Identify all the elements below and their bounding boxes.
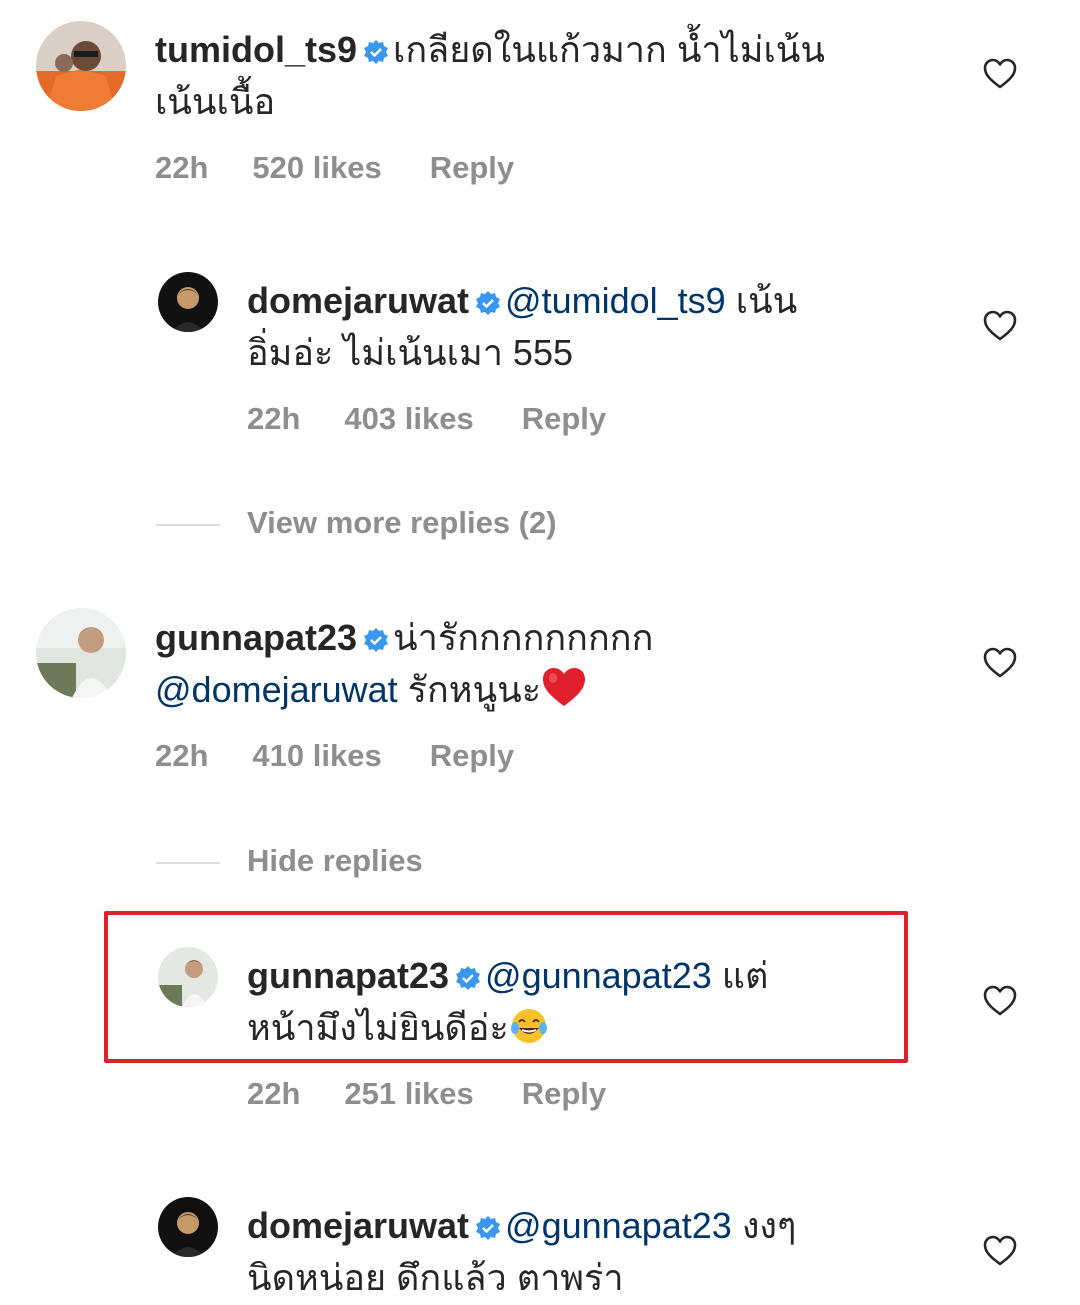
verified-badge-icon bbox=[475, 278, 501, 315]
comment-body: เกลียดในแก้วมาก น้ำไม่เน้น bbox=[393, 29, 825, 70]
heart-outline-icon[interactable] bbox=[983, 310, 1017, 342]
comment-body: เน้น bbox=[735, 280, 798, 321]
mention-link[interactable]: @tumidol_ts9 bbox=[505, 280, 726, 321]
tears-of-joy-emoji bbox=[509, 1006, 549, 1060]
avatar[interactable] bbox=[158, 947, 218, 1007]
verified-badge-icon bbox=[455, 953, 481, 990]
mention-link[interactable]: @gunnapat23 bbox=[485, 955, 712, 996]
username[interactable]: domejaruwat bbox=[247, 280, 469, 321]
avatar[interactable] bbox=[36, 21, 126, 111]
username[interactable]: gunnapat23 bbox=[247, 955, 449, 996]
avatar[interactable] bbox=[158, 1197, 218, 1257]
comment-meta: 22h 410 likes Reply bbox=[155, 738, 514, 774]
comment-meta: 22h 520 likes Reply bbox=[155, 150, 514, 186]
comment-meta: 22h 251 likes Reply bbox=[247, 1076, 606, 1112]
mention-link[interactable]: @domejaruwat bbox=[155, 669, 398, 710]
view-more-replies[interactable]: View more replies (2) bbox=[0, 505, 1080, 545]
comment-body: งงๆ bbox=[741, 1205, 797, 1246]
comment-body: น่ารักกกกกกกกก bbox=[393, 617, 654, 658]
comment-text: domejaruwat @gunnapat23 งงๆ นิดหน่อย ดึกแ… bbox=[247, 1200, 937, 1304]
reply-button[interactable]: Reply bbox=[522, 401, 606, 437]
username[interactable]: domejaruwat bbox=[247, 1205, 469, 1246]
verified-badge-icon bbox=[475, 1203, 501, 1240]
thread-divider bbox=[156, 524, 220, 526]
comment-body: แต่ bbox=[721, 955, 769, 996]
heart-outline-icon[interactable] bbox=[983, 985, 1017, 1017]
red-heart-emoji bbox=[541, 666, 587, 722]
verified-badge-icon bbox=[363, 615, 389, 652]
like-count[interactable]: 251 likes bbox=[344, 1076, 473, 1112]
comment-time: 22h bbox=[247, 401, 301, 436]
heart-outline-icon[interactable] bbox=[983, 1235, 1017, 1267]
comment-time: 22h bbox=[247, 1076, 301, 1111]
comment-gunnapat: gunnapat23 น่ารักกกกกกกกก @domejaruwat รั… bbox=[0, 590, 1080, 790]
like-count[interactable]: 403 likes bbox=[344, 401, 473, 437]
heart-outline-icon[interactable] bbox=[983, 58, 1017, 90]
hide-replies[interactable]: Hide replies bbox=[0, 843, 1080, 883]
view-more-replies-label[interactable]: View more replies (2) bbox=[247, 505, 557, 541]
comment-text: tumidol_ts9 เกลียดในแก้วมาก น้ำไม่เน้น เน… bbox=[155, 24, 935, 128]
comment-body-line2: นิดหน่อย ดึกแล้ว ตาพร่า bbox=[247, 1257, 624, 1298]
reply-button[interactable]: Reply bbox=[430, 150, 514, 186]
hide-replies-label[interactable]: Hide replies bbox=[247, 843, 423, 879]
like-count[interactable]: 410 likes bbox=[252, 738, 381, 774]
reply-domejaruwat-2: domejaruwat @gunnapat23 งงๆ นิดหน่อย ดึกแ… bbox=[0, 1185, 1080, 1305]
comment-body-line2: เน้นเนื้อ bbox=[155, 81, 276, 122]
comment-text: domejaruwat @tumidol_ts9 เน้น อิ่มอ่ะ ไม่… bbox=[247, 275, 937, 379]
comment-time: 22h bbox=[155, 150, 209, 185]
avatar[interactable] bbox=[36, 608, 126, 698]
thread-divider bbox=[156, 862, 220, 864]
reply-gunnapat-highlighted: gunnapat23 @gunnapat23 แต่ หน้ามึงไม่ยินด… bbox=[0, 935, 1080, 1125]
verified-badge-icon bbox=[363, 27, 389, 64]
reply-domejaruwat-1: domejaruwat @tumidol_ts9 เน้น อิ่มอ่ะ ไม่… bbox=[0, 260, 1080, 450]
username[interactable]: gunnapat23 bbox=[155, 617, 357, 658]
comment-text: gunnapat23 @gunnapat23 แต่ หน้ามึงไม่ยินด… bbox=[247, 950, 937, 1060]
comment-text: gunnapat23 น่ารักกกกกกกกก @domejaruwat รั… bbox=[155, 612, 935, 722]
reply-button[interactable]: Reply bbox=[430, 738, 514, 774]
heart-outline-icon[interactable] bbox=[983, 647, 1017, 679]
comment-meta: 22h 403 likes Reply bbox=[247, 401, 606, 437]
comment-body-line2: รักหนูนะ bbox=[407, 669, 542, 710]
comment-body-line2: อิ่มอ่ะ ไม่เน้นเมา 555 bbox=[247, 332, 573, 373]
username[interactable]: tumidol_ts9 bbox=[155, 29, 357, 70]
comment-time: 22h bbox=[155, 738, 209, 773]
avatar[interactable] bbox=[158, 272, 218, 332]
reply-button[interactable]: Reply bbox=[522, 1076, 606, 1112]
mention-link[interactable]: @gunnapat23 bbox=[505, 1205, 732, 1246]
comment-body-line2: หน้ามึงไม่ยินดีอ่ะ bbox=[247, 1007, 509, 1048]
like-count[interactable]: 520 likes bbox=[252, 150, 381, 186]
comment-tumidol: tumidol_ts9 เกลียดในแก้วมาก น้ำไม่เน้น เน… bbox=[0, 0, 1080, 200]
